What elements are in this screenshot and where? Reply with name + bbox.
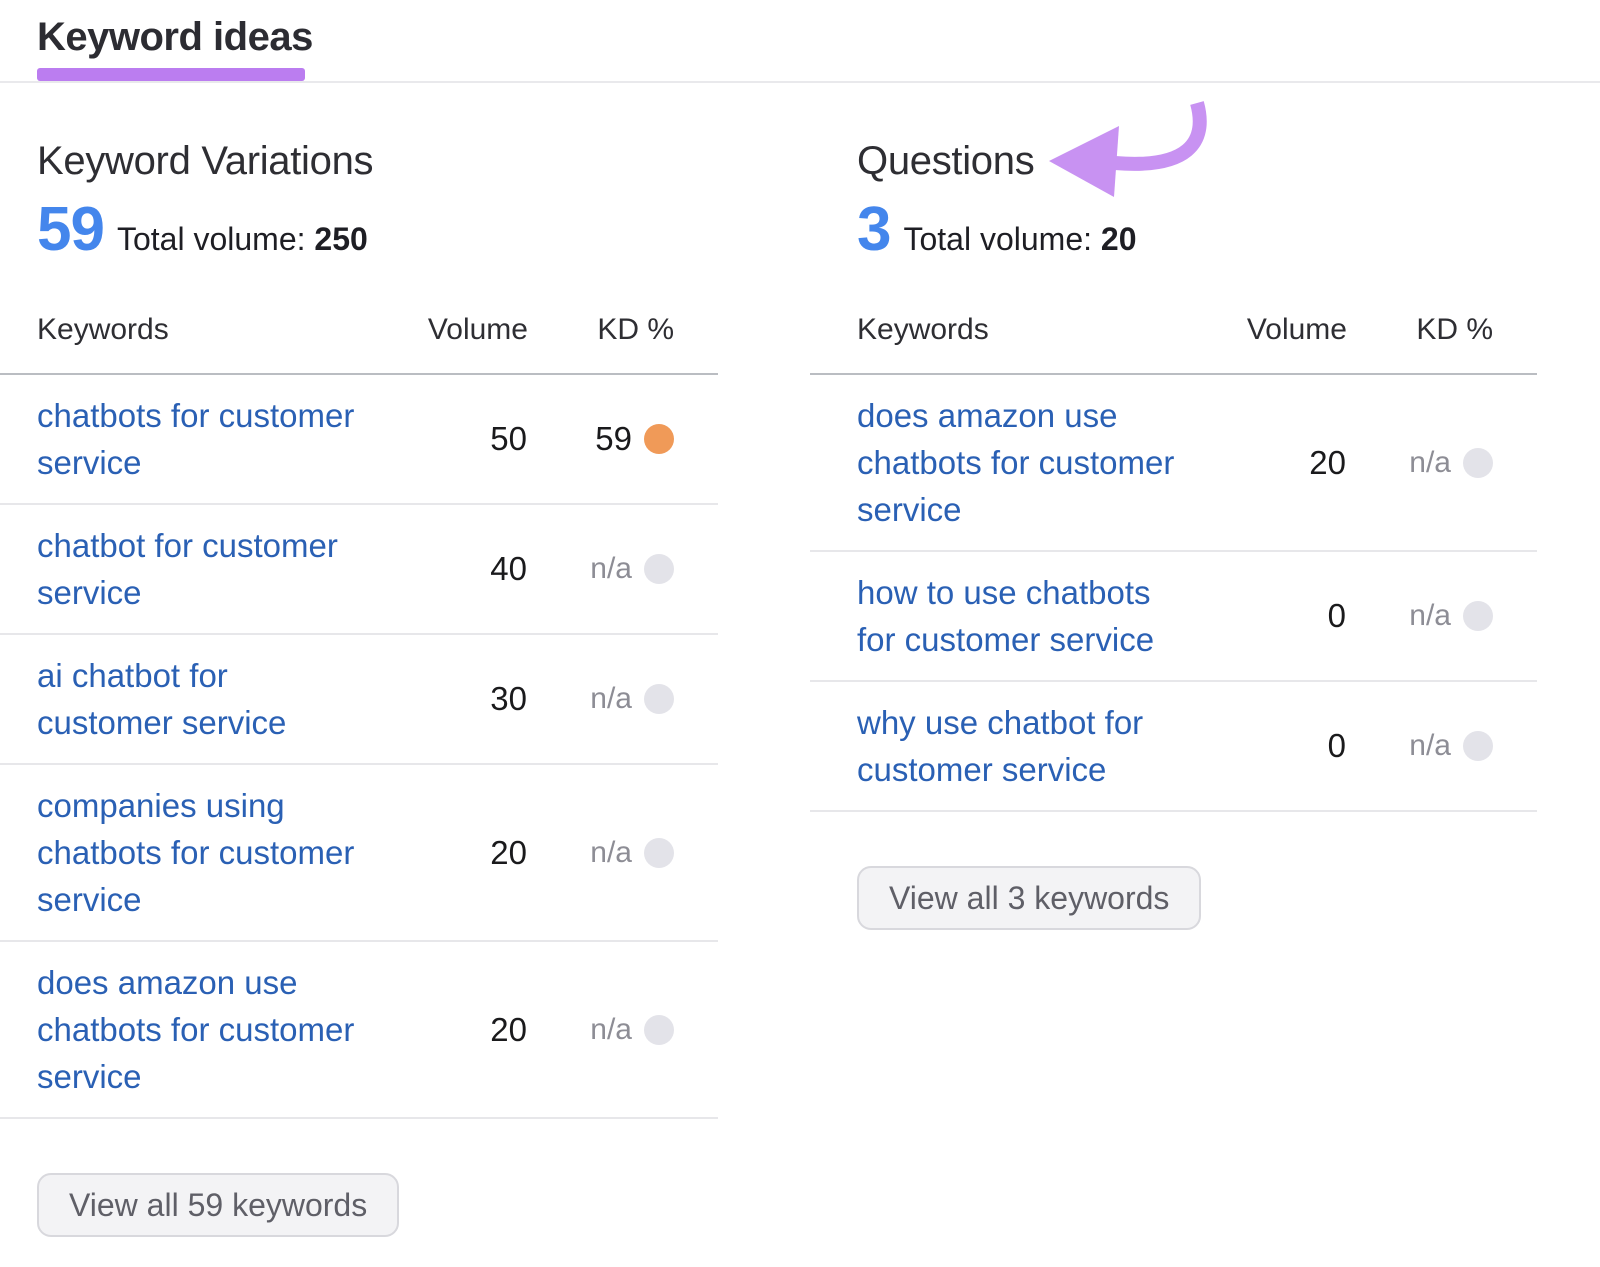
volume-value: 0 (1237, 551, 1347, 681)
question-count: 3 (857, 199, 890, 261)
table-row: why use chatbot for customer service 0 n… (810, 681, 1537, 811)
total-volume-value: 250 (314, 221, 367, 257)
kd-value: n/a (590, 1013, 632, 1047)
table-row: does amazon use chatbots for customer se… (0, 941, 718, 1118)
volume-value: 40 (418, 504, 528, 634)
keyword-variations-panel: Keyword Variations 59 Total volume: 250 … (0, 83, 718, 1237)
table-row: chatbot for customer service 40 n/a (0, 504, 718, 634)
column-header-volume: Volume (418, 313, 528, 374)
column-header-volume: Volume (1237, 313, 1347, 374)
total-volume: Total volume: 250 (117, 221, 368, 258)
total-volume-label: Total volume: (903, 221, 1092, 257)
kd-value: n/a (1409, 446, 1451, 480)
volume-value: 30 (418, 634, 528, 764)
volume-value: 20 (418, 764, 528, 941)
kd-difficulty-dot (644, 684, 674, 714)
column-header-kd: KD % (528, 313, 718, 374)
keyword-variations-heading: Keyword Variations (37, 139, 718, 183)
view-all-keyword-variations-button[interactable]: View all 59 keywords (37, 1173, 399, 1237)
kd-value: n/a (590, 836, 632, 870)
table-row: how to use chatbots for customer service… (810, 551, 1537, 681)
questions-table: Keywords Volume KD % does amazon use cha… (810, 313, 1537, 812)
table-header-row: Keywords Volume KD % (0, 313, 718, 374)
kd-difficulty-dot (1463, 731, 1493, 761)
table-header-row: Keywords Volume KD % (810, 313, 1537, 374)
column-header-keywords: Keywords (0, 313, 418, 374)
view-all-questions-button[interactable]: View all 3 keywords (857, 866, 1201, 930)
keyword-count: 59 (37, 199, 104, 261)
kd-difficulty-dot (644, 424, 674, 454)
total-volume-label: Total volume: (117, 221, 306, 257)
title-underline-highlight (37, 68, 305, 81)
page-header: Keyword ideas (0, 0, 1600, 81)
column-header-keywords: Keywords (810, 313, 1237, 374)
kd-value: n/a (1409, 729, 1451, 763)
keyword-link[interactable]: does amazon use chatbots for customer se… (857, 392, 1187, 533)
questions-stats: 3 Total volume: 20 (857, 199, 1537, 261)
volume-value: 0 (1237, 681, 1347, 811)
volume-value: 50 (418, 374, 528, 504)
volume-value: 20 (418, 941, 528, 1118)
kd-difficulty-dot (1463, 601, 1493, 631)
keyword-link[interactable]: does amazon use chatbots for customer se… (37, 959, 367, 1100)
kd-value: n/a (1409, 599, 1451, 633)
kd-value: 59 (595, 420, 632, 458)
kd-value: n/a (590, 682, 632, 716)
kd-difficulty-dot (644, 1015, 674, 1045)
table-row: chatbots for customer service 50 59 (0, 374, 718, 504)
keyword-link[interactable]: ai chatbot for customer service (37, 652, 367, 746)
kd-difficulty-dot (644, 554, 674, 584)
keyword-variations-table: Keywords Volume KD % chatbots for custom… (0, 313, 718, 1119)
questions-panel: Questions 3 Total volume: 20 Keywords Vo… (810, 83, 1537, 930)
keyword-link[interactable]: how to use chatbots for customer service (857, 569, 1187, 663)
total-volume-value: 20 (1101, 221, 1137, 257)
questions-heading: Questions (857, 139, 1537, 183)
kd-difficulty-dot (1463, 448, 1493, 478)
table-row: ai chatbot for customer service 30 n/a (0, 634, 718, 764)
keyword-link[interactable]: chatbots for customer service (37, 392, 367, 486)
keyword-link[interactable]: companies using chatbots for customer se… (37, 782, 367, 923)
keyword-link[interactable]: why use chatbot for customer service (857, 699, 1187, 793)
keyword-link[interactable]: chatbot for customer service (37, 522, 367, 616)
table-row: companies using chatbots for customer se… (0, 764, 718, 941)
keyword-variations-stats: 59 Total volume: 250 (37, 199, 718, 261)
kd-value: n/a (590, 552, 632, 586)
page-title: Keyword ideas (37, 14, 1600, 60)
kd-difficulty-dot (644, 838, 674, 868)
table-row: does amazon use chatbots for customer se… (810, 374, 1537, 551)
total-volume: Total volume: 20 (903, 221, 1136, 258)
keyword-ideas-content: Keyword Variations 59 Total volume: 250 … (0, 83, 1600, 1237)
volume-value: 20 (1237, 374, 1347, 551)
column-header-kd: KD % (1347, 313, 1537, 374)
